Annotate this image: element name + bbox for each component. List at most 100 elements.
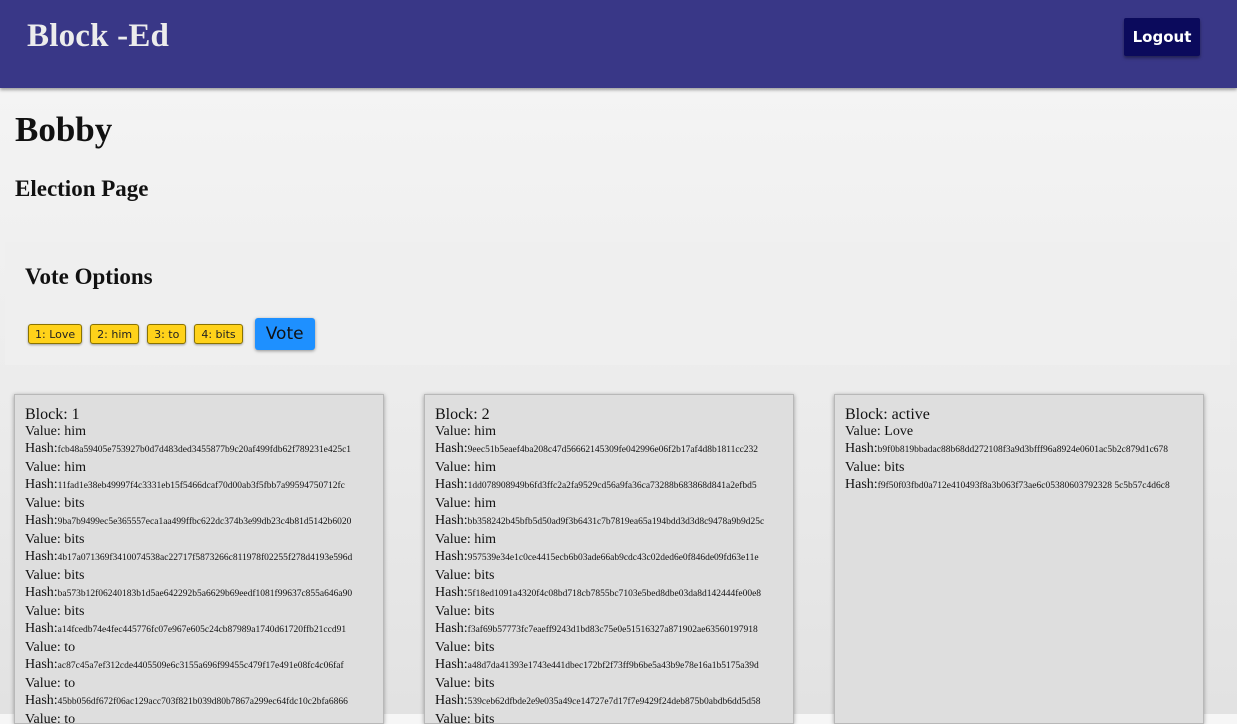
hash-label: Hash: bbox=[25, 657, 58, 672]
vote-option-him[interactable]: 2: him bbox=[90, 324, 140, 344]
block-hash-line: Hash:539ceb62dfbde2e9e035a49ce14727e7d17… bbox=[435, 692, 793, 711]
block-card-2: Block: 2 Value: him Hash:9eec51b5eaef4ba20… bbox=[424, 394, 794, 724]
hash-label: Hash: bbox=[25, 693, 58, 708]
block-hash-line: Hash:fcb48a59405e753927b0d7d483ded345587… bbox=[25, 440, 383, 459]
value-text: bits bbox=[64, 568, 85, 583]
vote-option-bits[interactable]: 4: bits bbox=[194, 324, 243, 344]
block-hash-line: Hash:bb358242b45bfb5d50ad9f3b6431c7b7819… bbox=[435, 512, 793, 531]
block-title-prefix: Block: bbox=[25, 406, 72, 423]
block-hash-line: Hash:f3af69b57773fc7eaeff9243d1bd83c75e0… bbox=[435, 620, 793, 639]
value-text: him bbox=[64, 460, 87, 475]
value-text: him bbox=[474, 424, 497, 439]
block-card-active: Block: active Value: Love Hash:b9f0b819bba… bbox=[834, 394, 1204, 724]
block-title-prefix: Block: bbox=[435, 406, 482, 423]
hash-label: Hash: bbox=[435, 585, 468, 600]
value-text: to bbox=[64, 676, 76, 691]
hash-text: a48d7da41393e1743e441dbec172bf2f73ff9b6b… bbox=[467, 661, 759, 671]
block-value-line: Value: bits bbox=[435, 567, 793, 584]
hash-text: 4b17a071369f3410074538ac22717f5873266c81… bbox=[57, 553, 353, 563]
value-label: Value: bbox=[25, 424, 65, 439]
value-text: bits bbox=[64, 532, 85, 547]
hash-text: ac87c45a7ef312cde4405509e6c3155a696f9945… bbox=[57, 661, 344, 671]
block-id: active bbox=[891, 406, 930, 423]
value-text: Love bbox=[884, 424, 914, 439]
block-id: 2 bbox=[481, 406, 490, 423]
value-label: Value: bbox=[435, 496, 475, 511]
block-value-line: Value: to bbox=[25, 711, 383, 723]
value-label: Value: bbox=[25, 640, 65, 655]
block-title: Block: 2 bbox=[435, 406, 793, 423]
logout-button[interactable]: Logout bbox=[1124, 18, 1200, 56]
block-value-line: Value: him bbox=[435, 459, 793, 476]
vote-option-love[interactable]: 1: Love bbox=[28, 324, 83, 344]
hash-text: 9ba7b9499ec5e365557eca1aa499ffbc622dc374… bbox=[57, 517, 352, 527]
value-text: to bbox=[64, 640, 76, 655]
block-value-line: Value: bits bbox=[25, 495, 383, 512]
value-label: Value: bbox=[25, 496, 65, 511]
hash-label: Hash: bbox=[25, 513, 58, 528]
value-text: him bbox=[474, 532, 497, 547]
hash-text: a14fcedb74e4fec445776fc07e967e605c24cb87… bbox=[57, 625, 347, 635]
block-title: Block: active bbox=[845, 406, 1203, 423]
block-value-line: Value: bits bbox=[25, 531, 383, 548]
brand-logo-text[interactable]: Block -Ed bbox=[27, 18, 169, 55]
block-hash-line: Hash:11fad1e38eb49997f4c3331eb15f5466dca… bbox=[25, 476, 383, 495]
block-title: Block: 1 bbox=[25, 406, 383, 423]
block-value-line: Value: to bbox=[25, 639, 383, 656]
top-navbar: Block -Ed Logout bbox=[0, 0, 1237, 88]
block-value-line: Value: bits bbox=[845, 459, 1203, 476]
hash-text: fcb48a59405e753927b0d7d483ded3455877b9c2… bbox=[57, 445, 352, 455]
value-text: bits bbox=[64, 604, 85, 619]
hash-text: 957539e34e1c0ce4415ecb6b03ade66ab9cdc43c… bbox=[467, 553, 759, 563]
value-label: Value: bbox=[435, 604, 475, 619]
block-value-line: Value: bits bbox=[25, 567, 383, 584]
block-hash-line: Hash:9eec51b5eaef4ba208c47d56662145309fe… bbox=[435, 440, 793, 459]
hash-label: Hash: bbox=[25, 477, 58, 492]
block-hash-line: Hash:f9f50f03fbd0a712e410493f8a3b063f73a… bbox=[845, 476, 1203, 495]
hash-text: 11fad1e38eb49997f4c3331eb15f5466dcaf70d0… bbox=[57, 481, 345, 491]
hash-text: 9eec51b5eaef4ba208c47d56662145309fe04299… bbox=[467, 445, 759, 455]
hash-text: f3af69b57773fc7eaeff9243d1bd83c75e0e5151… bbox=[467, 625, 758, 635]
block-value-line: Value: him bbox=[435, 495, 793, 512]
block-hash-line: Hash:1dd078908949b6fd3ffc2a2fa9529cd56a9… bbox=[435, 476, 793, 495]
block-hash-line: Hash:4b17a071369f3410074538ac22717f58732… bbox=[25, 548, 383, 567]
vote-options-heading: Vote Options bbox=[25, 264, 153, 289]
hash-label: Hash: bbox=[25, 585, 58, 600]
page-title: Election Page bbox=[15, 176, 149, 201]
user-name-heading: Bobby bbox=[15, 110, 113, 149]
hash-label: Hash: bbox=[435, 621, 468, 636]
block-value-line: Value: bits bbox=[435, 675, 793, 692]
block-value-line: Value: bits bbox=[435, 639, 793, 656]
value-label: Value: bbox=[25, 460, 65, 475]
block-hash-line: Hash:a48d7da41393e1743e441dbec172bf2f73f… bbox=[435, 656, 793, 675]
value-text: bits bbox=[474, 676, 495, 691]
value-text: him bbox=[474, 460, 497, 475]
vote-options-panel: Vote Options 1: Love 2: him 3: to 4: bit… bbox=[5, 242, 1230, 365]
hash-label: Hash: bbox=[435, 657, 468, 672]
block-card-1: Block: 1 Value: him Hash:fcb48a59405e75392… bbox=[14, 394, 384, 724]
block-value-line: Value: bits bbox=[25, 603, 383, 620]
block-hash-line: Hash:9ba7b9499ec5e365557eca1aa499ffbc622… bbox=[25, 512, 383, 531]
value-label: Value: bbox=[435, 640, 475, 655]
hash-label: Hash: bbox=[435, 513, 468, 528]
block-hash-line: Hash:a14fcedb74e4fec445776fc07e967e605c2… bbox=[25, 620, 383, 639]
vote-button[interactable]: Vote bbox=[254, 318, 315, 350]
hash-label: Hash: bbox=[25, 441, 58, 456]
hash-text: 539ceb62dfbde2e9e035a49ce14727e7d17f7e94… bbox=[467, 697, 761, 707]
hash-text: 5f18ed1091a4320f4c08bd718cb7855bc7103e5b… bbox=[467, 589, 762, 599]
value-label: Value: bbox=[25, 568, 65, 583]
hash-label: Hash: bbox=[845, 441, 878, 456]
hash-label: Hash: bbox=[25, 621, 58, 636]
value-label: Value: bbox=[435, 424, 475, 439]
block-value-line: Value: bits bbox=[435, 603, 793, 620]
value-text: bits bbox=[884, 460, 905, 475]
vote-option-to[interactable]: 3: to bbox=[147, 324, 187, 344]
block-hash-line: Hash:ba573b12f06240183b1d5ae642292b5a662… bbox=[25, 584, 383, 603]
value-text: bits bbox=[474, 604, 495, 619]
value-label: Value: bbox=[845, 460, 885, 475]
hash-text: b9f0b819bbadac88b68dd272108f3a9d3bfff96a… bbox=[877, 445, 1169, 455]
block-value-line: Value: him bbox=[435, 423, 793, 440]
value-label: Value: bbox=[25, 532, 65, 547]
block-id: 1 bbox=[71, 406, 80, 423]
block-value-line: Value: Love bbox=[845, 423, 1203, 440]
